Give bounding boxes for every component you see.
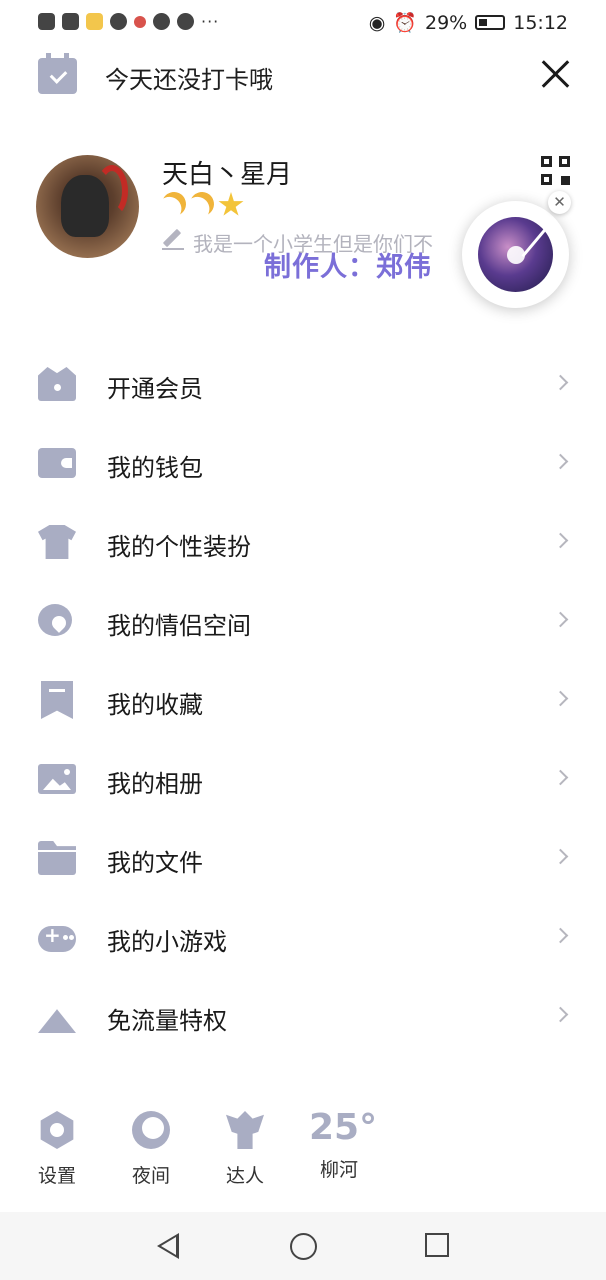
menu-item-wallet[interactable]: 我的钱包 [0,424,606,503]
battery-percent: 29% [425,11,468,34]
signal-tower-icon [38,1009,76,1033]
chevron-right-icon [552,848,569,865]
chevron-right-icon [552,690,569,707]
menu-item-free-data[interactable]: 免流量特权 [0,977,606,1056]
chevron-right-icon [552,769,569,786]
crown-icon [38,367,76,401]
settings-button[interactable]: 设置 [27,1105,87,1188]
moon-icon [187,189,218,220]
app-notify-icon [86,13,103,30]
avatar-figure [61,175,109,237]
nickname[interactable]: 天白丶星月 [162,154,292,191]
menu-list: 开通会员 我的钱包 我的个性装扮 我的情侣空间 我的收藏 我的相册 我的文件 +… [0,345,606,1056]
wallet-icon [38,448,76,478]
pet-icon [110,13,127,30]
hearts-icon [38,604,72,636]
talent-button[interactable]: 达人 [215,1105,275,1188]
chevron-right-icon [552,927,569,944]
wifi-icon [62,13,79,30]
menu-item-label: 我的情侣空间 [107,612,251,640]
menu-item-dressup[interactable]: 我的个性装扮 [0,503,606,582]
music-disc-button[interactable] [462,201,569,308]
menu-item-couple-space[interactable]: 我的情侣空间 [0,582,606,661]
menu-item-album[interactable]: 我的相册 [0,740,606,819]
qr-code-icon[interactable] [541,156,570,185]
menu-item-label: 免流量特权 [107,1007,227,1035]
checkin-row[interactable]: 今天还没打卡哦 [0,53,606,98]
shirt-icon [38,525,76,559]
menu-item-favorites[interactable]: 我的收藏 [0,661,606,740]
disc-close-button[interactable]: ✕ [548,191,571,214]
settings-icon [40,1111,74,1149]
menu-item-mini-games[interactable]: 我的小游戏 [0,898,606,977]
avatar[interactable] [36,155,139,258]
menu-item-label: 开通会员 [107,375,203,403]
recent-apps-icon[interactable] [425,1233,449,1257]
menu-item-label: 我的收藏 [107,691,203,719]
photo-icon [38,764,76,794]
close-icon[interactable] [540,58,572,90]
talent-icon [226,1111,264,1149]
system-nav-bar [0,1212,606,1280]
menu-item-label: 我的文件 [107,849,203,877]
wechat-icon [153,13,170,30]
alert-icon [38,13,55,30]
night-mode-button[interactable]: 夜间 [121,1105,181,1188]
chevron-right-icon [552,453,569,470]
drawer-page: ··· ◉ ⏰ 29% 15:12 今天还没打卡哦 天白丶星月 我是一个小学生但… [0,0,606,1280]
level-badges[interactable] [162,192,244,220]
menu-item-vip[interactable]: 开通会员 [0,345,606,424]
chevron-right-icon [552,532,569,549]
home-icon[interactable] [290,1233,317,1260]
talent-label: 达人 [225,1165,264,1187]
battery-icon [475,15,506,30]
bottom-toolbar: 设置 夜间 达人 25° 柳河 [0,1105,606,1195]
menu-item-label: 我的个性装扮 [107,533,251,561]
weather-city: 柳河 [319,1159,358,1181]
gamepad-icon [38,923,76,952]
calendar-check-icon [38,53,77,94]
edit-pen-icon [162,228,184,250]
weather-button[interactable]: 25° 柳河 [309,1105,378,1182]
bookmark-icon [41,681,73,719]
tiktok-icon [177,13,194,30]
chevron-right-icon [552,1006,569,1023]
folder-icon [38,841,76,875]
clock: 15:12 [513,11,568,34]
checkin-text: 今天还没打卡哦 [105,66,273,94]
system-indicators: ◉ ⏰ 29% 15:12 [368,11,568,35]
menu-item-files[interactable]: 我的文件 [0,819,606,898]
notification-icons: ··· [38,12,219,31]
night-label: 夜间 [131,1165,170,1187]
chevron-right-icon [552,611,569,628]
menu-item-label: 我的相册 [107,770,203,798]
back-icon[interactable] [157,1233,181,1259]
menu-item-label: 我的小游戏 [107,928,227,956]
more-notifications: ··· [201,12,220,31]
status-bar: ··· ◉ ⏰ 29% 15:12 [0,0,606,48]
alarm-icon: ⏰ [393,12,417,34]
map-pin-icon [134,15,146,28]
watermark-text: 制作人：郑伟 [264,252,432,283]
star-icon [218,192,244,216]
moon-icon [159,189,190,220]
settings-label: 设置 [37,1165,76,1187]
chevron-right-icon [552,374,569,391]
weather-temperature: 25° [309,1107,378,1148]
moon-icon [132,1111,170,1149]
eye-icon: ◉ [368,11,386,34]
menu-item-label: 我的钱包 [107,454,203,482]
